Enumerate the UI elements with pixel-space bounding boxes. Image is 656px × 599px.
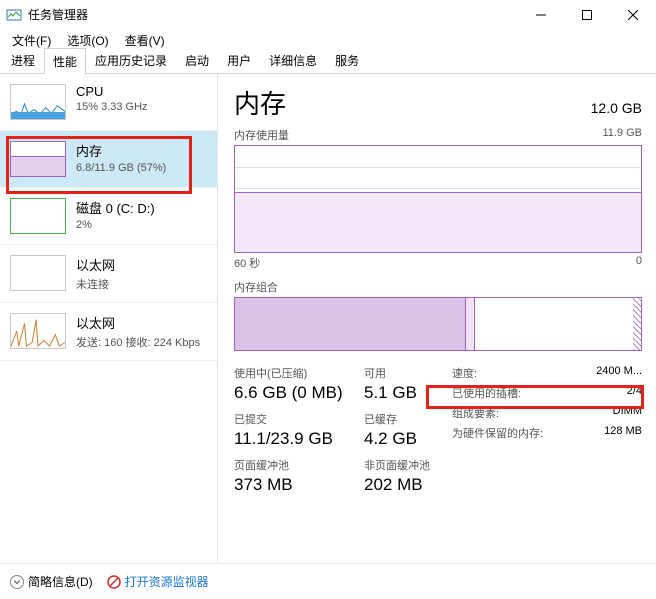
sidebar-item-sub: 15% 3.33 GHz [76, 101, 148, 113]
resmon-icon [107, 575, 121, 589]
info-slots-v: 2/4 [627, 385, 642, 401]
stat-available-label: 可用 [364, 365, 417, 381]
sidebar-item-disk[interactable]: 磁盘 0 (C: D:) 2% [0, 188, 217, 245]
window-controls [518, 0, 656, 30]
stat-cached-label: 已缓存 [364, 411, 417, 427]
sidebar-item-sub: 发送: 160 接收: 224 Kbps [76, 334, 200, 350]
footer: 简略信息(D) 打开资源监视器 [0, 563, 656, 599]
sidebar-item-sub: 未连接 [76, 276, 115, 292]
sidebar-item-ethernet-1[interactable]: 以太网 未连接 [0, 245, 217, 303]
tab-details[interactable]: 详细信息 [260, 47, 326, 73]
sidebar-item-ethernet-2[interactable]: 以太网 发送: 160 接收: 224 Kbps [0, 303, 217, 361]
sidebar: CPU 15% 3.33 GHz 内存 6.8/11.9 GB (57%) 磁盘… [0, 74, 218, 562]
sidebar-item-memory[interactable]: 内存 6.8/11.9 GB (57%) [0, 131, 217, 188]
cpu-thumbnail [10, 84, 66, 120]
stat-in-use-value: 6.6 GB (0 MB) [234, 383, 364, 403]
minimize-button[interactable] [518, 0, 564, 30]
stat-cached-value: 4.2 GB [364, 429, 417, 449]
open-resmon-label: 打开资源监视器 [125, 573, 209, 590]
stat-paged-label: 页面缓冲池 [234, 457, 364, 473]
stat-available-value: 5.1 GB [364, 383, 417, 403]
disk-thumbnail [10, 198, 66, 234]
chart-axis-left: 60 秒 [234, 255, 260, 271]
window-title: 任务管理器 [28, 6, 88, 23]
fewer-details-label: 简略信息(D) [28, 573, 93, 590]
chevron-down-icon [10, 575, 24, 589]
memory-composition-chart[interactable] [234, 297, 642, 351]
info-slots-k: 已使用的插槽: [452, 385, 521, 401]
sidebar-item-label: CPU [76, 84, 148, 99]
main-panel: 内存 12.0 GB 内存使用量 11.9 GB 60 秒 0 内存组合 [218, 74, 656, 562]
usage-chart-max: 11.9 GB [602, 127, 642, 143]
info-reserved-v: 128 MB [604, 425, 642, 441]
stat-in-use-label: 使用中(已压缩) [234, 365, 364, 381]
sidebar-item-sub: 2% [76, 219, 155, 231]
memory-usage-chart[interactable] [234, 145, 642, 253]
open-resmon-link[interactable]: 打开资源监视器 [107, 573, 209, 590]
stat-paged-value: 373 MB [234, 475, 364, 495]
fewer-details-link[interactable]: 简略信息(D) [10, 573, 93, 590]
page-title: 内存 [234, 84, 286, 121]
sidebar-item-label: 以太网 [76, 313, 200, 332]
composition-label: 内存组合 [234, 279, 642, 295]
tab-users[interactable]: 用户 [218, 47, 260, 73]
memory-total: 12.0 GB [591, 100, 642, 116]
info-speed-v: 2400 M... [596, 365, 642, 381]
stat-nonpaged-value: 202 MB [364, 475, 430, 495]
tab-performance[interactable]: 性能 [44, 48, 86, 74]
chart-axis-right: 0 [636, 255, 642, 271]
close-button[interactable] [610, 0, 656, 30]
tabbar: 进程 性能 应用历史记录 启动 用户 详细信息 服务 [0, 50, 656, 74]
stat-nonpaged-label: 非页面缓冲池 [364, 457, 430, 473]
info-form-v: DIMM [613, 405, 642, 421]
maximize-button[interactable] [564, 0, 610, 30]
content: CPU 15% 3.33 GHz 内存 6.8/11.9 GB (57%) 磁盘… [0, 74, 656, 562]
app-icon [6, 7, 22, 23]
info-speed-k: 速度: [452, 365, 477, 381]
memory-thumbnail [10, 141, 66, 177]
ethernet-thumbnail [10, 255, 66, 291]
tab-processes[interactable]: 进程 [2, 47, 44, 73]
stats: 使用中(已压缩) 6.6 GB (0 MB) 可用 5.1 GB 已提交 11.… [234, 365, 642, 495]
tab-app-history[interactable]: 应用历史记录 [86, 47, 176, 73]
sidebar-item-sub: 6.8/11.9 GB (57%) [76, 162, 166, 174]
info-form-k: 组成要素: [452, 405, 499, 421]
sidebar-item-label: 内存 [76, 141, 166, 160]
ethernet-thumbnail [10, 313, 66, 349]
sidebar-item-label: 以太网 [76, 255, 115, 274]
stat-committed-value: 11.1/23.9 GB [234, 429, 364, 449]
info-reserved-k: 为硬件保留的内存: [452, 425, 543, 441]
tab-services[interactable]: 服务 [326, 47, 368, 73]
usage-chart-label: 内存使用量 [234, 127, 289, 143]
stat-committed-label: 已提交 [234, 411, 364, 427]
sidebar-item-cpu[interactable]: CPU 15% 3.33 GHz [0, 74, 217, 131]
tab-startup[interactable]: 启动 [176, 47, 218, 73]
sidebar-item-label: 磁盘 0 (C: D:) [76, 198, 155, 217]
